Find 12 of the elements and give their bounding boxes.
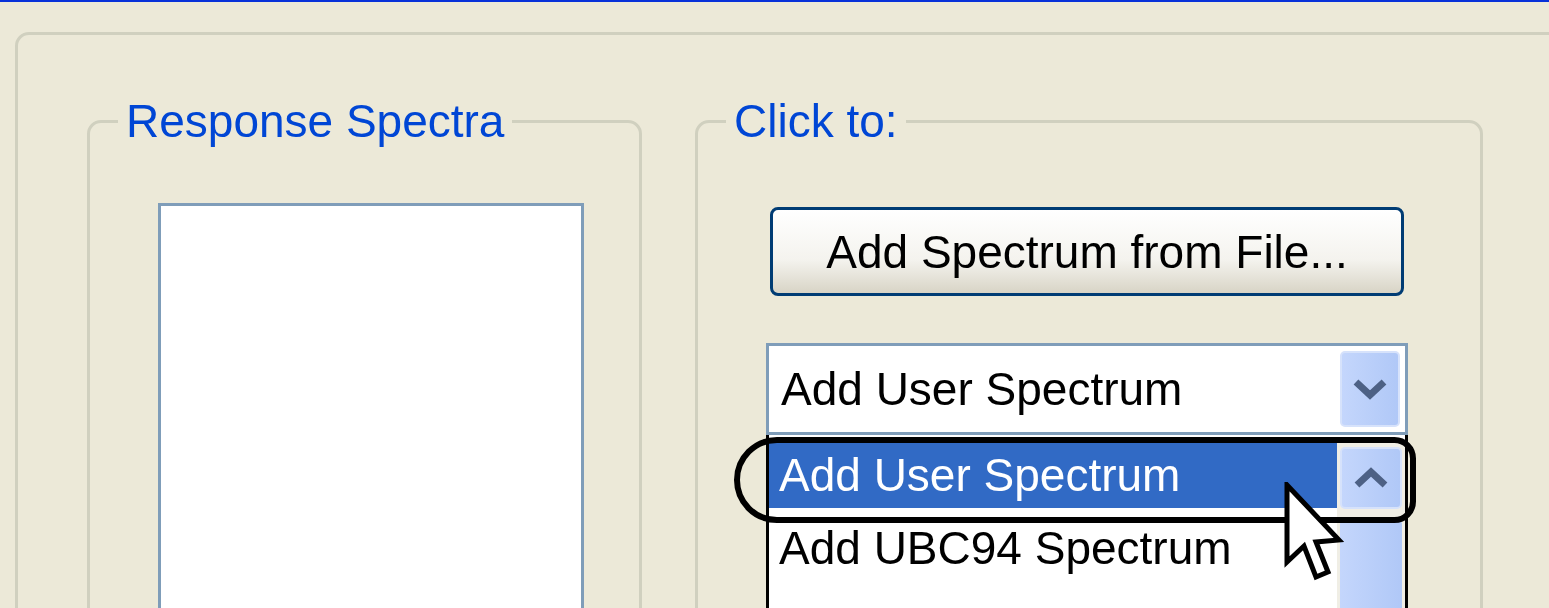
spectra-list[interactable]	[158, 203, 584, 608]
chevron-up-icon	[1354, 467, 1388, 489]
dropdown-value: Add User Spectrum	[780, 362, 1183, 416]
scroll-up-button[interactable]	[1340, 447, 1402, 509]
add-from-file-button[interactable]: Add Spectrum from File...	[770, 207, 1404, 296]
dropdown-option[interactable]: Add UBC94 Spectrum	[769, 508, 1337, 588]
group-title: Response Spectra	[125, 94, 506, 149]
group-title: Click to:	[733, 94, 899, 149]
spectrum-dropdown[interactable]: Add User Spectrum	[766, 343, 1408, 435]
dropdown-option[interactable]: Add User Spectrum	[769, 443, 1337, 508]
dropdown-button[interactable]	[1340, 351, 1400, 427]
chevron-down-icon	[1353, 378, 1387, 400]
